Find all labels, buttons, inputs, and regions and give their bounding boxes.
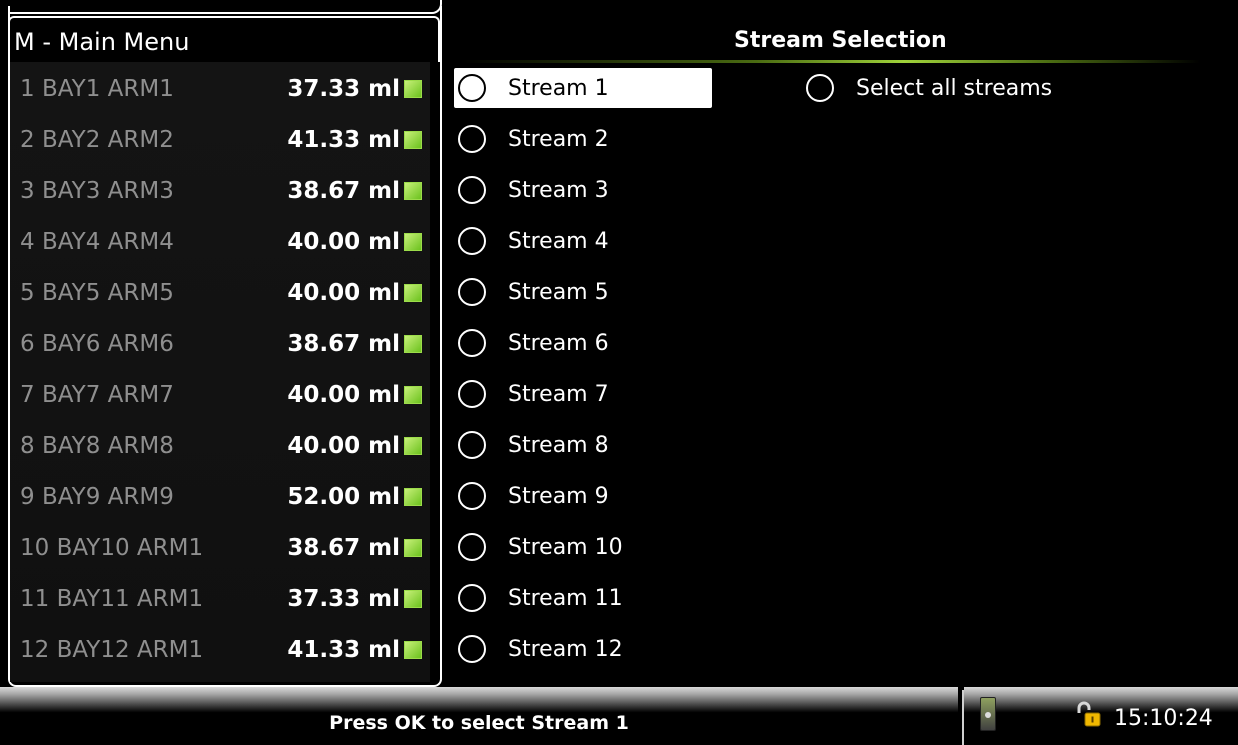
- radio-icon[interactable]: [458, 227, 486, 255]
- radio-icon[interactable]: [806, 74, 834, 102]
- bay-volume: 40.00 ml: [287, 280, 400, 306]
- radio-icon[interactable]: [458, 533, 486, 561]
- bay-label: 11 BAY11 ARM1: [20, 586, 204, 612]
- bay-row-5[interactable]: 5 BAY5 ARM5 40.00 ml: [10, 268, 430, 318]
- bay-volume: 41.33 ml: [287, 637, 400, 663]
- unlocked-padlock-icon[interactable]: [1074, 700, 1102, 728]
- bay-label: 6 BAY6 ARM6: [20, 331, 174, 357]
- stream-option-4[interactable]: Stream 4: [450, 219, 750, 265]
- radio-icon[interactable]: [458, 431, 486, 459]
- bay-volume: 41.33 ml: [287, 127, 400, 153]
- stream-option-3[interactable]: Stream 3: [450, 168, 750, 214]
- bay-volume: 38.67 ml: [287, 178, 400, 204]
- bay-volume: 40.00 ml: [287, 382, 400, 408]
- bay-label: 1 BAY1 ARM1: [20, 76, 174, 102]
- bay-row-9[interactable]: 9 BAY9 ARM9 52.00 ml: [10, 472, 430, 522]
- bay-row-4[interactable]: 4 BAY4 ARM4 40.00 ml: [10, 217, 430, 267]
- radio-icon[interactable]: [458, 329, 486, 357]
- stream-option-12[interactable]: Stream 12: [450, 627, 750, 673]
- stream-option-8[interactable]: Stream 8: [450, 423, 750, 469]
- stream-label: Stream 8: [508, 433, 609, 458]
- bay-label: 3 BAY3 ARM3: [20, 178, 174, 204]
- stream-label: Stream 9: [508, 484, 609, 509]
- stream-option-7[interactable]: Stream 7: [450, 372, 750, 418]
- stream-label: Stream 12: [508, 637, 623, 662]
- handheld-device-icon: [980, 697, 996, 731]
- bay-list: 1 BAY1 ARM1 37.33 ml 2 BAY2 ARM2 41.33 m…: [10, 62, 430, 682]
- status-indicator-icon: [404, 590, 422, 608]
- radio-icon[interactable]: [458, 584, 486, 612]
- bay-volume: 38.67 ml: [287, 535, 400, 561]
- status-indicator-icon: [404, 386, 422, 404]
- bay-volume: 52.00 ml: [287, 484, 400, 510]
- status-message: Press OK to select Stream 1: [329, 712, 629, 734]
- bay-volume: 40.00 ml: [287, 229, 400, 255]
- status-indicator-icon: [404, 233, 422, 251]
- bay-label: 5 BAY5 ARM5: [20, 280, 174, 306]
- bay-row-12[interactable]: 12 BAY12 ARM1 41.33 ml: [10, 625, 430, 675]
- stream-option-1[interactable]: Stream 1: [450, 66, 750, 112]
- bay-row-1[interactable]: 1 BAY1 ARM1 37.33 ml: [10, 64, 430, 114]
- radio-icon[interactable]: [458, 635, 486, 663]
- bay-volume: 37.33 ml: [287, 586, 400, 612]
- stream-label: Stream 6: [508, 331, 609, 356]
- select-all-streams-option[interactable]: Select all streams: [804, 68, 1104, 112]
- stream-selection-title: Stream Selection: [734, 28, 947, 53]
- bay-row-3[interactable]: 3 BAY3 ARM3 38.67 ml: [10, 166, 430, 216]
- status-indicator-icon: [404, 539, 422, 557]
- bay-row-2[interactable]: 2 BAY2 ARM2 41.33 ml: [10, 115, 430, 165]
- bay-label: 12 BAY12 ARM1: [20, 637, 204, 663]
- radio-icon[interactable]: [458, 125, 486, 153]
- title-underline: [460, 60, 1200, 63]
- status-indicator-icon: [404, 488, 422, 506]
- status-indicator-icon: [404, 284, 422, 302]
- stream-label: Stream 7: [508, 382, 609, 407]
- radio-icon[interactable]: [458, 278, 486, 306]
- bay-label: 4 BAY4 ARM4: [20, 229, 174, 255]
- status-indicator-icon: [404, 131, 422, 149]
- stream-label: Stream 3: [508, 178, 609, 203]
- stream-option-10[interactable]: Stream 10: [450, 525, 750, 571]
- radio-icon[interactable]: [458, 380, 486, 408]
- radio-icon[interactable]: [458, 176, 486, 204]
- bay-volume: 37.33 ml: [287, 76, 400, 102]
- stream-option-11[interactable]: Stream 11: [450, 576, 750, 622]
- bay-volume: 40.00 ml: [287, 433, 400, 459]
- stream-option-9[interactable]: Stream 9: [450, 474, 750, 520]
- status-indicator-icon: [404, 641, 422, 659]
- stream-option-2[interactable]: Stream 2: [450, 117, 750, 163]
- radio-icon[interactable]: [458, 74, 486, 102]
- stream-label: Stream 11: [508, 586, 623, 611]
- status-indicator-icon: [404, 437, 422, 455]
- bay-row-6[interactable]: 6 BAY6 ARM6 38.67 ml: [10, 319, 430, 369]
- stream-option-6[interactable]: Stream 6: [450, 321, 750, 367]
- bay-label: 9 BAY9 ARM9: [20, 484, 174, 510]
- stream-label: Stream 1: [508, 76, 609, 101]
- stream-label: Stream 4: [508, 229, 609, 254]
- stream-label: Stream 2: [508, 127, 609, 152]
- bay-row-8[interactable]: 8 BAY8 ARM8 40.00 ml: [10, 421, 430, 471]
- status-indicator-icon: [404, 335, 422, 353]
- bay-label: 2 BAY2 ARM2: [20, 127, 174, 153]
- bay-label: 7 BAY7 ARM7: [20, 382, 174, 408]
- select-all-label: Select all streams: [856, 76, 1053, 101]
- clock-display: 15:10:24: [1114, 706, 1213, 731]
- bay-label: 10 BAY10 ARM1: [20, 535, 204, 561]
- status-indicator-icon: [404, 182, 422, 200]
- status-indicator-icon: [404, 80, 422, 98]
- radio-icon[interactable]: [458, 482, 486, 510]
- bay-row-7[interactable]: 7 BAY7 ARM7 40.00 ml: [10, 370, 430, 420]
- bay-label: 8 BAY8 ARM8: [20, 433, 174, 459]
- stream-label: Stream 5: [508, 280, 609, 305]
- bay-row-11[interactable]: 11 BAY11 ARM1 37.33 ml: [10, 574, 430, 624]
- stream-option-5[interactable]: Stream 5: [450, 270, 750, 316]
- bay-row-10[interactable]: 10 BAY10 ARM1 38.67 ml: [10, 523, 430, 573]
- bay-volume: 38.67 ml: [287, 331, 400, 357]
- stream-label: Stream 10: [508, 535, 623, 560]
